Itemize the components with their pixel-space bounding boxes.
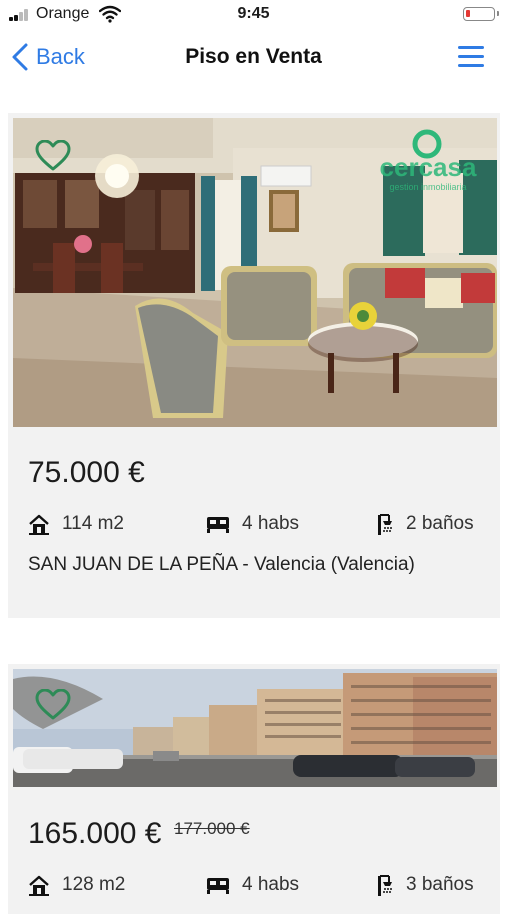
listing-location: SAN JUAN DE LA PEÑA - Valencia (Valencia…	[28, 554, 415, 575]
area-feature: 114 m2	[28, 513, 124, 535]
clock: 9:45	[237, 5, 270, 22]
living-room-photo[interactable]: cercasa gestion inmobiliaria	[13, 118, 497, 427]
svg-text:cercasa: cercasa	[380, 152, 477, 182]
listing-old-price: 177.000 €	[174, 819, 250, 838]
rooms-value: 4 habs	[242, 874, 300, 895]
favorite-heart-icon[interactable]	[35, 689, 71, 721]
svg-text:gestion inmobiliaria: gestion inmobiliaria	[389, 182, 466, 192]
navigation-bar: Back Piso en Venta	[0, 30, 507, 88]
listing-card[interactable]: cercasa gestion inmobiliaria 75.000 € 11…	[8, 113, 500, 618]
rooms-value: 4 habs	[242, 513, 300, 534]
favorite-heart-icon[interactable]	[35, 140, 71, 172]
street-buildings-photo[interactable]	[13, 669, 497, 787]
baths-feature: 2 baños	[376, 513, 474, 535]
house-area-icon	[29, 875, 49, 896]
cercasa-logo: cercasa gestion inmobiliaria	[380, 129, 477, 192]
bed-icon	[207, 878, 229, 894]
listing-price: 165.000 €	[28, 817, 162, 850]
status-bar: Orange 9:45	[0, 0, 507, 30]
page-title: Piso en Venta	[185, 45, 322, 68]
rooms-feature: 4 habs	[206, 513, 299, 535]
baths-value: 2 baños	[406, 513, 474, 534]
area-value: 114 m2	[62, 513, 124, 534]
area-feature: 128 m2	[28, 874, 125, 896]
shower-icon	[378, 875, 392, 896]
listing-price: 75.000 €	[28, 456, 145, 489]
shower-icon	[378, 514, 392, 535]
bed-icon	[207, 517, 229, 533]
area-value: 128 m2	[62, 874, 126, 895]
battery-icon	[463, 7, 499, 21]
baths-value: 3 baños	[406, 874, 474, 895]
house-area-icon	[29, 514, 49, 535]
listing-card[interactable]: 165.000 € 177.000 € 128 m2 4 habs 3 baño…	[8, 664, 500, 914]
hamburger-menu-icon[interactable]	[458, 46, 486, 68]
baths-feature: 3 baños	[376, 874, 474, 896]
rooms-feature: 4 habs	[206, 874, 299, 896]
